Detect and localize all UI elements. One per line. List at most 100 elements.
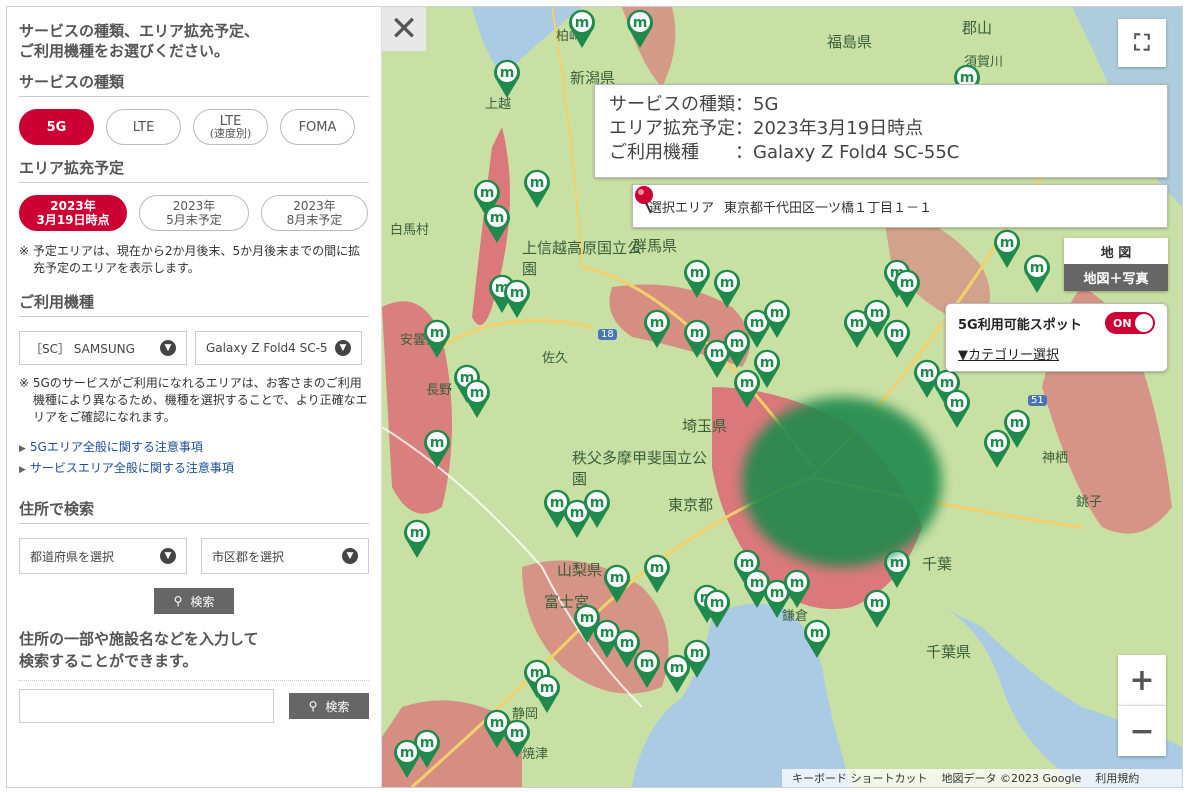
service-lte-label: LTE xyxy=(132,119,155,135)
svg-text:m: m xyxy=(650,560,665,576)
svg-text:m: m xyxy=(500,65,515,81)
city-select-value: 市区郡を選択 xyxy=(212,549,285,564)
map-copyright: 地図データ ©2023 Google xyxy=(941,772,1082,785)
map-label-chiba-city: 千葉 xyxy=(922,555,953,573)
link-service-notice-label: サービスエリア全般に関する注意事項 xyxy=(29,461,234,475)
spot-pin[interactable]: m xyxy=(402,517,432,559)
svg-text:m: m xyxy=(710,595,725,611)
spot-pin[interactable]: m xyxy=(582,487,612,529)
address-section-title: 住所で検索 xyxy=(19,498,369,524)
maker-select[interactable]: ［SC］ SAMSUNG ▼ xyxy=(19,331,187,365)
terms-link[interactable]: 利用規約 xyxy=(1095,770,1139,786)
model-select[interactable]: Galaxy Z Fold4 SC-5 ▼ xyxy=(195,331,362,365)
spot-pin[interactable]: m xyxy=(642,307,672,349)
spot-pin[interactable]: m xyxy=(762,297,792,339)
map-label-gunma: 群馬県 xyxy=(632,237,678,255)
service-5g-button[interactable]: 5G xyxy=(19,109,94,145)
spot-pin[interactable]: m xyxy=(422,427,452,469)
spot-pin[interactable]: m xyxy=(992,227,1022,269)
map-label-yamanashi: 山梨県 xyxy=(557,561,603,579)
map-type-satellite-button[interactable]: 地図＋写真 xyxy=(1064,264,1168,291)
pin-cluster-tokyo[interactable] xyxy=(742,397,942,567)
spot-pin-icon: m xyxy=(494,59,520,98)
chevron-down-icon: ▼ xyxy=(160,548,176,564)
spot-pin[interactable]: m xyxy=(682,257,712,299)
spot-pin[interactable]: m xyxy=(502,717,532,759)
spot-pin-icon: m xyxy=(1024,254,1050,293)
spot-pin[interactable]: m xyxy=(752,347,782,389)
freetext-search-button[interactable]: ⚲ 検索 xyxy=(289,693,369,719)
spot-pin-icon: m xyxy=(994,229,1020,268)
link-service-notice[interactable]: ▶ サービスエリア全般に関する注意事項 xyxy=(19,459,369,476)
spot-pin-icon: m xyxy=(664,654,690,693)
prefecture-select[interactable]: 都道府県を選択 ▼ xyxy=(19,538,187,574)
spot-pin[interactable]: m xyxy=(942,387,972,429)
fullscreen-button[interactable]: ⛶ xyxy=(1118,19,1166,67)
info-device: ご利用機種 ：Galaxy Z Fold4 SC-55C xyxy=(609,142,960,163)
info-service: サービスの種類：5G xyxy=(609,94,779,115)
spot-pin-icon: m xyxy=(464,379,490,418)
keyboard-shortcuts-link[interactable]: キーボード ショートカット xyxy=(792,770,928,786)
map-type-control: 地 図 地図＋写真 xyxy=(1064,238,1168,291)
service-lte-speed-sub: (速度別) xyxy=(209,127,252,140)
spot-pin[interactable]: m xyxy=(782,567,812,609)
svg-text:m: m xyxy=(590,495,605,511)
svg-text:m: m xyxy=(430,435,445,451)
map-pin-icon xyxy=(635,186,653,214)
svg-text:m: m xyxy=(633,15,648,31)
service-lte-button[interactable]: LTE xyxy=(106,109,181,145)
spot-toggle[interactable]: ON xyxy=(1105,312,1155,334)
area-aug-button[interactable]: 2023年 8月末予定 xyxy=(261,195,368,231)
svg-text:m: m xyxy=(790,575,805,591)
triangle-right-icon: ▶ xyxy=(19,444,26,454)
spot-pin[interactable]: m xyxy=(602,562,632,604)
zoom-out-button[interactable]: − xyxy=(1118,705,1166,756)
svg-text:m: m xyxy=(540,680,555,696)
prefecture-select-value: 都道府県を選択 xyxy=(30,549,115,564)
category-select-link[interactable]: ▼カテゴリー選択 xyxy=(958,344,1155,363)
spot-pin[interactable]: m xyxy=(522,167,552,209)
spot-pin[interactable]: m xyxy=(532,672,562,714)
svg-text:m: m xyxy=(900,275,915,291)
model-select-value: Galaxy Z Fold4 SC-5 xyxy=(206,341,328,355)
freetext-input[interactable] xyxy=(19,689,274,723)
spot-pin[interactable]: m xyxy=(662,652,692,694)
service-foma-button[interactable]: FOMA xyxy=(280,109,355,145)
area-may-line1: 2023年 xyxy=(172,199,216,213)
spot-pin[interactable]: m xyxy=(892,267,922,309)
city-select[interactable]: 市区郡を選択 ▼ xyxy=(201,538,369,574)
address-search-button[interactable]: ⚲ 検索 xyxy=(154,588,234,614)
area-may-button[interactable]: 2023年 5月末予定 xyxy=(139,195,249,231)
service-lte-speed-button[interactable]: LTE (速度別) xyxy=(193,109,268,145)
link-5g-notice[interactable]: ▶ 5Gエリア全般に関する注意事項 xyxy=(19,438,369,455)
spot-pin[interactable]: m xyxy=(862,587,892,629)
selection-info-box: サービスの種類：5G エリア拡充予定：2023年3月19日時点 ご利用機種 ：G… xyxy=(594,84,1168,178)
zoom-in-button[interactable]: + xyxy=(1118,655,1166,705)
spot-pin[interactable]: m xyxy=(722,327,752,369)
spot-pin[interactable]: m xyxy=(632,647,662,689)
spot-pin[interactable]: m xyxy=(712,267,742,309)
spot-pin[interactable]: m xyxy=(422,317,452,359)
freetext-search-label: 検索 xyxy=(325,699,350,714)
spot-pin[interactable]: m xyxy=(702,587,732,629)
spot-pin[interactable]: m xyxy=(492,57,522,99)
close-button[interactable]: ✕ xyxy=(382,7,426,51)
spot-pin[interactable]: m xyxy=(462,377,492,419)
map-type-map-button[interactable]: 地 図 xyxy=(1064,238,1168,264)
spot-pin[interactable]: m xyxy=(882,317,912,359)
svg-text:m: m xyxy=(720,275,735,291)
spot-pin[interactable]: m xyxy=(1022,252,1052,294)
svg-text:m: m xyxy=(490,210,505,226)
coverage-map[interactable]: 福島県 郡山 須賀川 新潟県 上越 柏崎 白馬村 上信越高原国立公園 群馬県 佐… xyxy=(382,7,1182,787)
spot-pin[interactable]: m xyxy=(392,737,422,779)
fullscreen-icon: ⛶ xyxy=(1134,30,1150,56)
spot-pin[interactable]: m xyxy=(625,7,655,49)
spot-pin[interactable]: m xyxy=(502,277,532,319)
spot-pin[interactable]: m xyxy=(482,202,512,244)
spot-pin[interactable]: m xyxy=(982,427,1012,469)
spot-pin[interactable]: m xyxy=(567,7,597,49)
spot-pin[interactable]: m xyxy=(642,552,672,594)
spot-pin[interactable]: m xyxy=(802,617,832,659)
area-current-button[interactable]: 2023年 3月19日時点 xyxy=(19,195,127,231)
spot-panel: 5G利用可能スポット ON ▼カテゴリー選択 xyxy=(945,303,1168,372)
